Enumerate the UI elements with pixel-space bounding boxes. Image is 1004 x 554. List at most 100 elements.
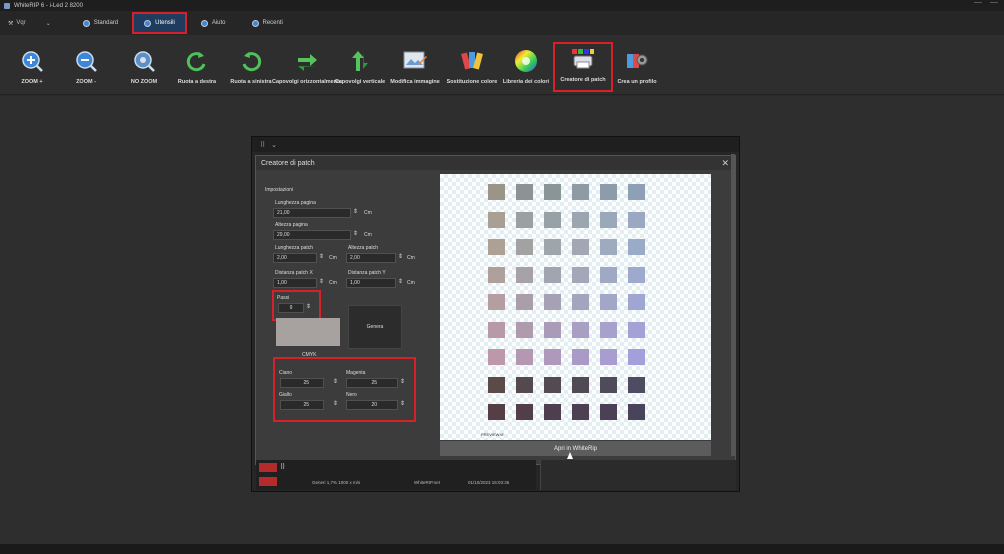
color-patch bbox=[600, 266, 617, 283]
spinner-icon[interactable]: ⇕ bbox=[398, 278, 403, 285]
grid-icon[interactable]: ⠿ bbox=[260, 141, 265, 149]
patch-preview: PREVIEW.tif bbox=[440, 174, 711, 440]
zoom-out-icon bbox=[74, 49, 98, 73]
tab-label: Recenti bbox=[262, 20, 283, 26]
rotate-left-button[interactable]: Ruota a sinistra bbox=[226, 35, 276, 95]
color-library-button[interactable]: Libreria dei colori bbox=[498, 35, 554, 95]
tab-dot-icon bbox=[251, 19, 259, 27]
color-patch bbox=[628, 211, 645, 228]
color-patch bbox=[628, 184, 645, 200]
edit-image-button[interactable]: Modifica immagine bbox=[390, 35, 440, 95]
spinner-icon[interactable]: ⇕ bbox=[319, 278, 324, 285]
file-thumbnail[interactable] bbox=[259, 463, 277, 472]
dialog-scrollbar[interactable] bbox=[731, 154, 735, 456]
patch-creator-button[interactable]: Creatore di patch bbox=[553, 42, 613, 92]
patch-distance-y-label: Distanza patch Y bbox=[348, 270, 386, 276]
flip-horizontal-button[interactable]: Capovolgi orizzontalmente bbox=[272, 35, 342, 95]
rotate-left-icon bbox=[239, 49, 263, 73]
color-patch bbox=[628, 239, 645, 255]
file-thumbnail[interactable] bbox=[259, 477, 277, 486]
color-patch bbox=[600, 239, 617, 255]
unit-label: Cm bbox=[329, 280, 337, 286]
black-label: Nero bbox=[346, 392, 357, 398]
cyan-field[interactable]: 25 bbox=[280, 378, 324, 388]
menu-logo-icon: ⚒ bbox=[8, 20, 14, 27]
file-info-3: 01/10/2023 16:03:36 bbox=[468, 480, 510, 485]
toolbar-label: Ruota a destra bbox=[177, 79, 217, 85]
patch-distance-x-field[interactable]: 1,00 bbox=[273, 278, 317, 288]
color-patch bbox=[488, 239, 505, 255]
unit-label: Cm bbox=[364, 210, 372, 216]
create-profile-button[interactable]: Crea un profilo bbox=[612, 35, 662, 95]
patch-height-field[interactable]: 2,00 bbox=[346, 253, 396, 263]
flip-vertical-button[interactable]: Capovolgi verticale bbox=[335, 35, 385, 95]
spinner-icon[interactable]: ⇕ bbox=[400, 400, 405, 407]
color-patch bbox=[600, 184, 617, 200]
color-patch bbox=[516, 294, 533, 310]
passi-field[interactable]: 9 bbox=[278, 303, 304, 313]
color-patch bbox=[544, 321, 561, 338]
generate-button[interactable]: Genera bbox=[348, 305, 402, 349]
unit-label: Cm bbox=[407, 280, 415, 286]
color-patch bbox=[488, 321, 505, 338]
spinner-icon[interactable]: ⇕ bbox=[333, 400, 338, 407]
patch-length-field[interactable]: 2,00 bbox=[273, 253, 317, 263]
chevron-down-icon[interactable]: ⌄ bbox=[271, 141, 277, 149]
tab-dot-icon bbox=[200, 19, 208, 27]
no-zoom-button[interactable]: NO ZOOM bbox=[124, 35, 164, 95]
spinner-icon[interactable]: ⇕ bbox=[319, 253, 324, 260]
tab-label: Standard bbox=[93, 20, 119, 26]
color-patch bbox=[572, 349, 589, 365]
unit-label: Cm bbox=[364, 232, 372, 238]
tab-utensili[interactable]: Utensili bbox=[132, 12, 187, 34]
spinner-icon[interactable]: ⇕ bbox=[353, 230, 358, 237]
tab-aiuto[interactable]: Aiuto bbox=[191, 14, 236, 32]
tab-bar: ⚒ Vqr ⌄ Standard Utensili Aiuto Recenti bbox=[0, 11, 1004, 35]
window-controls bbox=[974, 2, 998, 8]
tab-recenti[interactable]: Recenti bbox=[242, 14, 293, 32]
tab-standard[interactable]: Standard bbox=[73, 14, 128, 32]
flip-vertical-icon bbox=[348, 49, 372, 73]
zoom-in-button[interactable]: ZOOM + bbox=[14, 35, 50, 95]
rotate-right-button[interactable]: Ruota a destra bbox=[174, 35, 220, 95]
page-height-label: Altezza pagina bbox=[275, 222, 308, 228]
color-swatch bbox=[276, 318, 340, 346]
page-length-field[interactable]: 21,00 bbox=[273, 208, 351, 218]
color-patch bbox=[544, 376, 561, 393]
spinner-icon[interactable]: ⇕ bbox=[398, 253, 403, 260]
zoom-out-button[interactable]: ZOOM - bbox=[68, 35, 104, 95]
spinner-icon[interactable]: ⇕ bbox=[306, 303, 311, 310]
magenta-field[interactable]: 25 bbox=[346, 378, 398, 388]
color-patch bbox=[516, 349, 533, 365]
ink-tab-cmyk[interactable]: CMYK bbox=[302, 352, 316, 358]
color-patch bbox=[600, 404, 617, 420]
color-patch bbox=[516, 266, 533, 283]
toolbar-ribbon: ZOOM + ZOOM - NO ZOOM Ruota a destra Ruo… bbox=[0, 35, 1004, 95]
patch-distance-y-field[interactable]: 1,00 bbox=[346, 278, 396, 288]
toolbar-label: Libreria dei colori bbox=[502, 79, 550, 85]
color-replace-button[interactable]: Sostituzione colore bbox=[447, 35, 497, 95]
color-patch bbox=[600, 376, 617, 393]
yellow-label: Giallo bbox=[279, 392, 292, 398]
color-patch bbox=[628, 376, 645, 393]
chevron-down-icon[interactable]: ⌄ bbox=[46, 20, 51, 27]
tab-dot-icon bbox=[82, 19, 90, 27]
document-window-header: ⠿ ⌄ bbox=[252, 137, 739, 152]
spinner-icon[interactable]: ⇕ bbox=[400, 378, 405, 385]
close-window-icon[interactable] bbox=[990, 2, 998, 8]
minimize-icon[interactable] bbox=[974, 2, 982, 8]
page-height-field[interactable]: 29,00 bbox=[273, 230, 351, 240]
color-patch bbox=[488, 376, 505, 393]
black-field[interactable]: 20 bbox=[346, 400, 398, 410]
page-length-label: Lunghezza pagina bbox=[275, 200, 316, 206]
spinner-icon[interactable]: ⇕ bbox=[333, 378, 338, 385]
color-replace-icon bbox=[460, 49, 484, 73]
open-in-whiterip-button[interactable]: Apri in WhiteRip bbox=[440, 441, 711, 456]
color-patch bbox=[628, 266, 645, 283]
color-patch bbox=[600, 294, 617, 310]
main-menu[interactable]: ⚒ Vqr bbox=[8, 20, 26, 27]
color-patch bbox=[516, 321, 533, 338]
spinner-icon[interactable]: ⇕ bbox=[353, 208, 358, 215]
yellow-field[interactable]: 25 bbox=[280, 400, 324, 410]
close-icon[interactable]: ✕ bbox=[721, 158, 729, 169]
